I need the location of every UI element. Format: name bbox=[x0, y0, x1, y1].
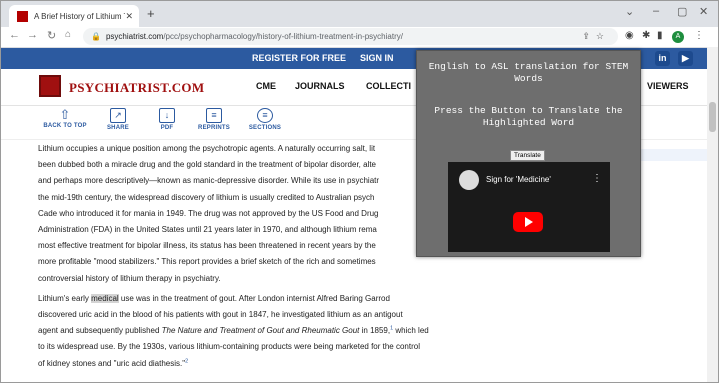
site-logo[interactable]: PSYCHIATRIST.COM bbox=[69, 80, 204, 96]
nav-cme[interactable]: CME bbox=[256, 81, 276, 91]
pdf-icon: ↓ bbox=[159, 108, 175, 123]
page-scrollbar[interactable] bbox=[707, 47, 718, 382]
channel-avatar bbox=[459, 170, 479, 190]
asl-extension-popup: English to ASL translation for STEM Word… bbox=[416, 50, 641, 257]
scrollbar-thumb[interactable] bbox=[709, 102, 716, 132]
action-label: SECTIONS bbox=[248, 125, 282, 131]
play-icon[interactable] bbox=[513, 212, 543, 232]
text-line: more profitable "mood stabilizers." This… bbox=[38, 257, 376, 267]
text-line: in 1859, bbox=[359, 326, 391, 336]
action-label: SHARE bbox=[106, 125, 129, 131]
share-star-icons[interactable]: ⇪☆ bbox=[582, 31, 610, 42]
browser-toolbar: ← → ↻ ⌂ 🔒 psychiatrist.com /pcc/psychoph… bbox=[1, 27, 718, 48]
action-label: BACK TO TOP bbox=[43, 123, 87, 129]
logo-mark-icon[interactable] bbox=[39, 75, 61, 97]
menu-icon[interactable]: ⋮ bbox=[694, 30, 704, 41]
extension-icon[interactable]: ◉ bbox=[625, 30, 634, 41]
puzzle-icon[interactable]: ✱ bbox=[642, 30, 650, 41]
sections-button[interactable]: ≡ SECTIONS bbox=[243, 108, 287, 131]
reprints-button[interactable]: ≡ REPRINTS bbox=[192, 108, 236, 131]
translate-button[interactable]: Translate bbox=[510, 150, 545, 161]
lock-icon[interactable]: 🔒 bbox=[91, 32, 101, 41]
linkedin-icon[interactable]: in bbox=[655, 51, 670, 66]
back-icon[interactable]: ← bbox=[9, 29, 20, 41]
back-to-top-button[interactable]: ⇧ BACK TO TOP bbox=[43, 108, 87, 129]
text-line: of kidney stones and "uric acid diathesi… bbox=[38, 358, 186, 368]
text-line: Lithium's early bbox=[38, 293, 92, 303]
url-path: /pcc/psychopharmacology/history-of-lithi… bbox=[163, 32, 403, 41]
citation-2[interactable]: 2 bbox=[185, 358, 188, 364]
text-line: discovered uric acid in the blood of his… bbox=[38, 310, 403, 320]
popup-title: English to ASL translation for STEM Word… bbox=[428, 61, 629, 84]
tab-title: A Brief History of Lithium Treatm bbox=[34, 11, 125, 21]
text-line: been dubbed both a miracle drug and the … bbox=[38, 160, 377, 170]
share-icon: ↗ bbox=[110, 108, 126, 123]
pdf-button[interactable]: ↓ PDF bbox=[145, 108, 189, 131]
text-line: Lithium occupies a unique position among… bbox=[38, 144, 376, 153]
sign-video[interactable]: Sign for 'Medicine' ⋮ bbox=[448, 162, 610, 252]
video-title[interactable]: Sign for 'Medicine' bbox=[486, 175, 551, 184]
new-tab-icon[interactable]: + bbox=[147, 6, 155, 21]
sections-icon: ≡ bbox=[257, 108, 273, 123]
action-label: PDF bbox=[160, 125, 174, 131]
forward-icon[interactable]: → bbox=[27, 29, 38, 41]
text-line: which led bbox=[393, 326, 429, 336]
url-host: psychiatrist.com bbox=[105, 32, 164, 41]
address-bar[interactable]: 🔒 psychiatrist.com /pcc/psychopharmacolo… bbox=[83, 28, 618, 45]
register-link[interactable]: REGISTER FOR FREE bbox=[252, 53, 346, 63]
browser-tab[interactable]: A Brief History of Lithium Treatm ✕ bbox=[9, 5, 139, 27]
popup-instructions: Press the Button to Translate the Highli… bbox=[434, 105, 623, 128]
share-button[interactable]: ↗ SHARE bbox=[96, 108, 140, 131]
nav-collections[interactable]: COLLECTI bbox=[366, 81, 411, 91]
highlighted-word[interactable]: medical bbox=[91, 293, 119, 303]
text-line: the mid-19th century, the widespread dis… bbox=[38, 192, 375, 202]
book-title: The Nature and Treatment of Gout and Rhe… bbox=[161, 326, 360, 336]
action-label: REPRINTS bbox=[198, 125, 230, 131]
reprints-icon: ≡ bbox=[206, 108, 222, 123]
arrow-up-icon: ⇧ bbox=[59, 107, 71, 122]
tab-strip: A Brief History of Lithium Treatm ✕ + ⌄ … bbox=[1, 1, 718, 27]
maximize-icon[interactable]: ▢ bbox=[677, 5, 687, 18]
text-line: Cade who introduced it for mania in 1949… bbox=[38, 208, 379, 218]
home-icon[interactable]: ⌂ bbox=[65, 29, 71, 40]
youtube-icon[interactable]: ▶ bbox=[678, 51, 693, 66]
text-line: agent and subsequently published bbox=[38, 326, 162, 336]
text-line: controversial history of lithium therapy… bbox=[38, 273, 221, 283]
reload-icon[interactable]: ↻ bbox=[47, 29, 56, 42]
text-line: most effective treatment for bipolar ill… bbox=[38, 241, 376, 251]
close-window-icon[interactable]: ✕ bbox=[699, 5, 708, 18]
text-line: and perhaps more descriptively—known as … bbox=[38, 176, 380, 186]
tab-search-icon[interactable]: ⌄ bbox=[625, 5, 634, 18]
nav-journals[interactable]: JOURNALS bbox=[295, 81, 345, 91]
nav-reviewers[interactable]: VIEWERS bbox=[647, 81, 689, 91]
sidebar-block bbox=[641, 149, 707, 161]
browser-window: A Brief History of Lithium Treatm ✕ + ⌄ … bbox=[0, 0, 719, 383]
signin-link[interactable]: SIGN IN bbox=[360, 53, 394, 63]
text-line: Administration (FDA) in the United State… bbox=[38, 225, 377, 235]
text-line: to its widespread use. By the 1930s, var… bbox=[38, 342, 420, 352]
sidepanel-icon[interactable]: ▮ bbox=[657, 30, 663, 41]
paragraph-2: Lithium's early medical use was in the t… bbox=[38, 291, 483, 372]
text-line: use was in the treatment of gout. After … bbox=[118, 293, 390, 303]
minimize-icon[interactable]: – bbox=[653, 5, 659, 17]
profile-avatar[interactable]: A bbox=[672, 31, 684, 43]
video-menu-icon[interactable]: ⋮ bbox=[592, 173, 602, 184]
close-tab-icon[interactable]: ✕ bbox=[125, 11, 133, 22]
favicon-icon bbox=[17, 10, 28, 22]
